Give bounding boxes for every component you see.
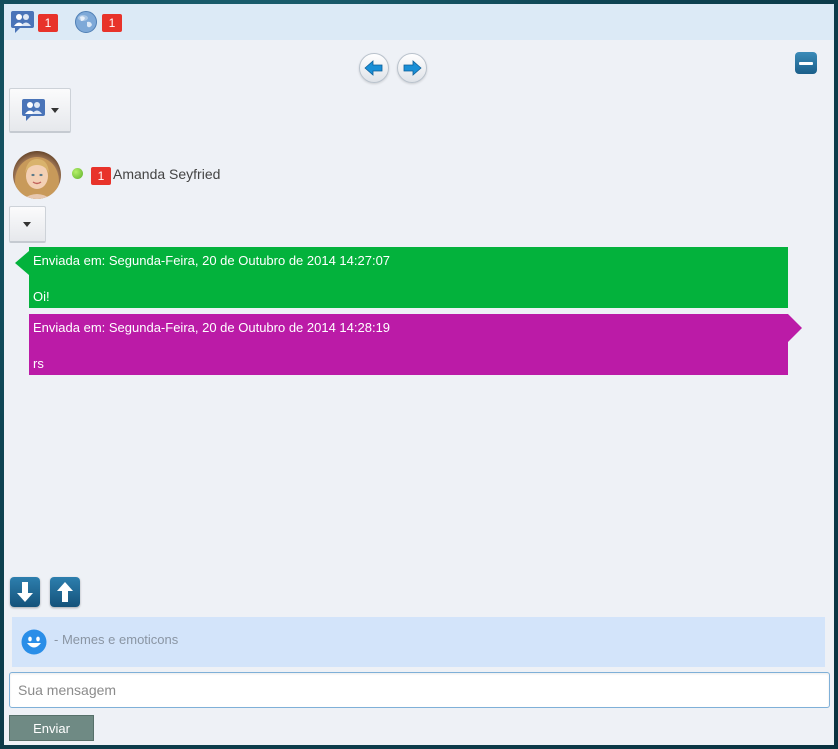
scroll-up-button[interactable] [50, 577, 80, 607]
contacts-menu-button[interactable] [9, 88, 71, 133]
top-bar: 1 1 [4, 4, 834, 40]
message-input[interactable] [9, 672, 830, 708]
send-button[interactable]: Enviar [9, 715, 94, 741]
users-chat-icon [22, 99, 45, 121]
globe-icon[interactable] [74, 10, 100, 34]
arrow-right-icon [403, 60, 422, 76]
message-outgoing: Enviada em: Segunda-Feira, 20 de Outubro… [29, 314, 802, 375]
users-chat-icon[interactable] [10, 10, 36, 34]
message-incoming: Enviada em: Segunda-Feira, 20 de Outubro… [15, 247, 788, 308]
message-timestamp: Enviada em: Segunda-Feira, 20 de Outubro… [33, 253, 391, 268]
contacts-count-badge: 1 [38, 14, 58, 32]
online-status-indicator [72, 168, 83, 179]
scroll-down-button[interactable] [10, 577, 40, 607]
unread-count-badge: 1 [91, 167, 111, 185]
emoticons-label[interactable]: - Memes e emoticons [54, 632, 178, 647]
message-text: Oi! [33, 289, 50, 304]
conversation-options-button[interactable] [9, 206, 46, 243]
smiley-icon[interactable] [21, 629, 47, 655]
arrow-down-icon [17, 582, 33, 602]
minimize-icon [799, 61, 813, 65]
global-count-badge: 1 [102, 14, 122, 32]
arrow-left-icon [364, 60, 383, 76]
minimize-button[interactable] [795, 52, 817, 74]
arrow-up-icon [57, 582, 73, 602]
previous-button[interactable] [359, 53, 389, 83]
caret-down-icon [51, 108, 59, 113]
chat-window: 1 1 1 Amanda Seyfried Enviada em: Segund… [4, 4, 834, 745]
avatar[interactable] [13, 151, 61, 199]
message-text: rs [33, 356, 44, 371]
caret-down-icon [23, 222, 31, 227]
message-timestamp: Enviada em: Segunda-Feira, 20 de Outubro… [33, 320, 391, 335]
emoticons-bar[interactable]: - Memes e emoticons [12, 617, 825, 667]
next-button[interactable] [397, 53, 427, 83]
contact-name[interactable]: Amanda Seyfried [113, 166, 220, 182]
